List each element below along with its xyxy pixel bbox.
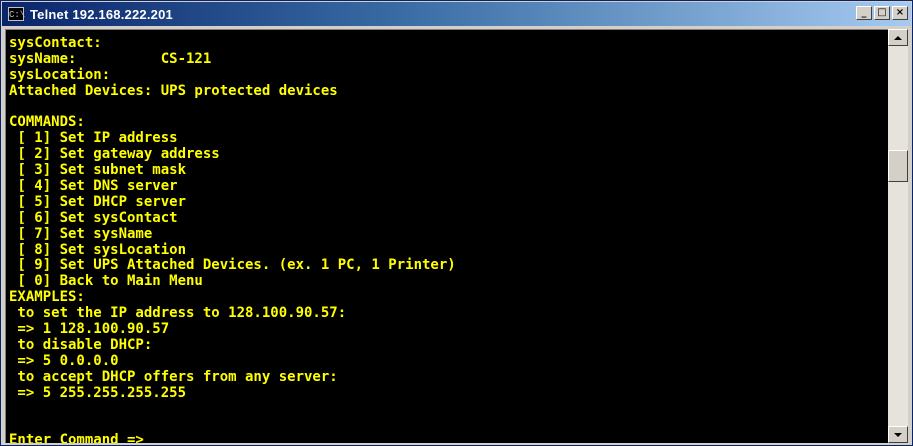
- console-line: [ 0] Back to Main Menu: [9, 273, 203, 290]
- console-line: to accept DHCP offers from any server:: [9, 368, 338, 385]
- console-line: [ 5] Set DHCP server: [9, 193, 187, 210]
- window-controls: _ □ ×: [854, 6, 908, 20]
- console-line: to set the IP address to 128.100.90.57:: [9, 305, 347, 322]
- title-bar[interactable]: C:\ Telnet 192.168.222.201 _ □ ×: [2, 2, 911, 26]
- scroll-down-button[interactable]: [888, 426, 908, 443]
- close-button[interactable]: ×: [892, 6, 908, 20]
- scroll-thumb[interactable]: [888, 150, 908, 183]
- telnet-window: C:\ Telnet 192.168.222.201 _ □ × sysCont…: [0, 0, 913, 446]
- console-line: => 1 128.100.90.57: [9, 321, 170, 338]
- console-icon[interactable]: C:\: [8, 7, 25, 21]
- console-line: [ 4] Set DNS server: [9, 178, 178, 195]
- console-line: COMMANDS:: [9, 114, 85, 131]
- console-line: sysContact:: [9, 35, 102, 51]
- console-line: => 5 255.255.255.255: [9, 384, 187, 401]
- console-line: [ 3] Set subnet mask: [9, 162, 187, 179]
- arrow-up-icon: [894, 35, 902, 40]
- console-output: sysContact: sysName: CS-121 sysLocation: At…: [9, 35, 456, 443]
- prompt-text: Enter Command =>: [9, 432, 153, 443]
- scroll-up-button[interactable]: [888, 29, 908, 46]
- console-line: [ 7] Set sysName: [9, 225, 153, 242]
- arrow-down-icon: [894, 432, 902, 437]
- minimize-button[interactable]: _: [856, 6, 872, 20]
- console-line: [ 2] Set gateway address: [9, 146, 220, 163]
- console-line: Attached Devices: UPS protected devices: [9, 82, 338, 99]
- terminal-console[interactable]: sysContact: sysName: CS-121 sysLocation: At…: [5, 29, 888, 443]
- console-line: sysName: CS-121: [9, 50, 212, 67]
- console-line: => 5 0.0.0.0: [9, 352, 119, 369]
- vertical-scrollbar[interactable]: [888, 29, 908, 443]
- console-line: [ 6] Set sysContact: [9, 209, 178, 226]
- console-line: [ 9] Set UPS Attached Devices. (ex. 1 PC…: [9, 257, 456, 274]
- console-line: [ 1] Set IP address: [9, 130, 178, 147]
- window-title: Telnet 192.168.222.201: [30, 6, 173, 22]
- maximize-button[interactable]: □: [874, 6, 890, 20]
- console-line: sysLocation:: [9, 66, 111, 83]
- console-line: to disable DHCP:: [9, 336, 153, 353]
- console-line: [ 8] Set sysLocation: [9, 241, 187, 258]
- console-line: EXAMPLES:: [9, 289, 85, 306]
- command-prompt[interactable]: Enter Command =>: [9, 432, 456, 443]
